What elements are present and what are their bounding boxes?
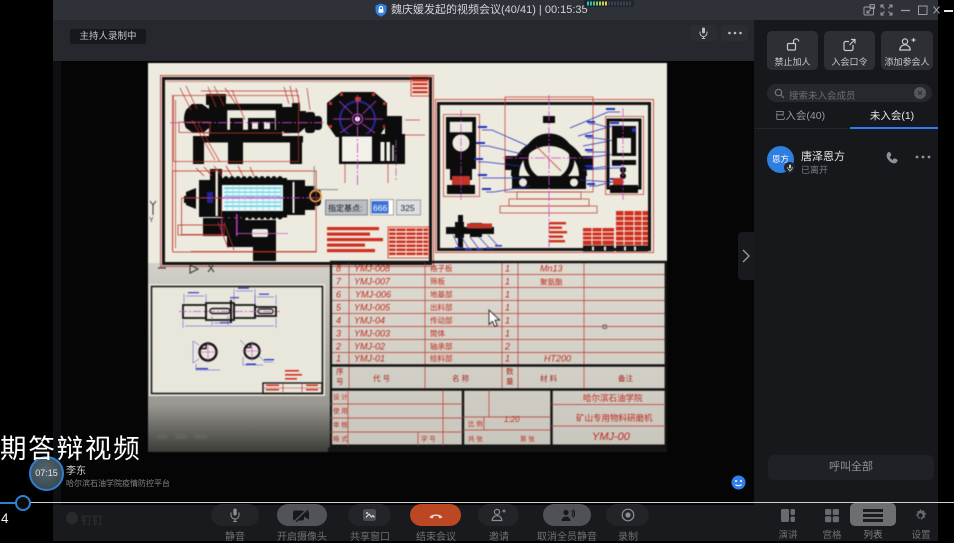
svg-text:YMJ-005: YMJ-005 (354, 303, 391, 313)
svg-text:Y: Y (149, 217, 154, 224)
svg-text:325: 325 (401, 203, 415, 213)
svg-text:指定基点:: 指定基点: (328, 203, 362, 213)
svg-text:名 称: 名 称 (452, 373, 470, 383)
svg-text:出料部: 出料部 (430, 302, 453, 312)
svg-text:地基部: 地基部 (430, 289, 453, 299)
svg-text:1: 1 (505, 329, 510, 339)
svg-text:量: 量 (506, 377, 514, 386)
svg-text:666: 666 (373, 203, 387, 213)
svg-text:序: 序 (336, 366, 344, 376)
svg-text:材 料: 材 料 (540, 373, 558, 383)
svg-text:1: 1 (505, 290, 510, 300)
svg-text:4: 4 (336, 316, 341, 326)
svg-text:聚氨酯: 聚氨酯 (540, 277, 563, 287)
svg-text:1: 1 (505, 316, 510, 326)
svg-text:使 用: 使 用 (333, 406, 348, 415)
svg-text:2: 2 (335, 342, 341, 352)
svg-text:轴承部: 轴承部 (430, 341, 453, 351)
svg-text:6: 6 (336, 290, 341, 300)
svg-text:哈尔滨石油学院: 哈尔滨石油学院 (583, 393, 643, 403)
svg-text:2: 2 (504, 342, 510, 352)
svg-text:YMJ-01: YMJ-01 (354, 354, 385, 364)
svg-text:YMJ-00: YMJ-00 (592, 431, 631, 443)
svg-text:设 计: 设 计 (333, 392, 348, 401)
svg-text:格 式: 格 式 (333, 434, 348, 443)
svg-text:审 核: 审 核 (333, 420, 348, 429)
svg-text:第 张: 第 张 (520, 434, 535, 443)
svg-text:1: 1 (505, 354, 510, 364)
svg-text:比 例: 比 例 (468, 419, 483, 428)
svg-text:YMJ-008: YMJ-008 (354, 264, 390, 274)
svg-text:矿山专用物料研磨机: 矿山专用物料研磨机 (576, 413, 653, 423)
svg-text:代 号: 代 号 (373, 373, 390, 383)
svg-text:YMJ-04: YMJ-04 (354, 316, 385, 326)
svg-text:1:20: 1:20 (504, 415, 520, 424)
svg-text:3: 3 (336, 329, 341, 339)
svg-text:HT200: HT200 (544, 354, 571, 364)
svg-text:1: 1 (505, 264, 510, 274)
svg-text:1: 1 (505, 277, 510, 287)
svg-text:YMJ-007: YMJ-007 (354, 277, 391, 287)
svg-text:1: 1 (505, 303, 510, 313)
svg-text:YMJ-02: YMJ-02 (354, 342, 385, 352)
svg-text:1: 1 (336, 354, 341, 364)
svg-text:给料部: 给料部 (430, 353, 453, 363)
svg-text:学 号: 学 号 (421, 434, 436, 443)
svg-text:筛板: 筛板 (430, 276, 445, 286)
svg-text:共 张: 共 张 (468, 434, 483, 443)
svg-text:传动部: 传动部 (430, 315, 453, 325)
svg-text:8: 8 (336, 264, 341, 274)
svg-text:号: 号 (336, 377, 344, 386)
svg-text:Mn13: Mn13 (540, 264, 563, 274)
svg-text:YMJ-006: YMJ-006 (355, 290, 391, 300)
svg-text:格子板: 格子板 (430, 263, 453, 273)
svg-text:数: 数 (506, 366, 514, 376)
svg-text:YMJ-003: YMJ-003 (354, 329, 390, 339)
svg-text:筒体: 筒体 (430, 328, 445, 338)
svg-text:备注: 备注 (618, 373, 633, 383)
